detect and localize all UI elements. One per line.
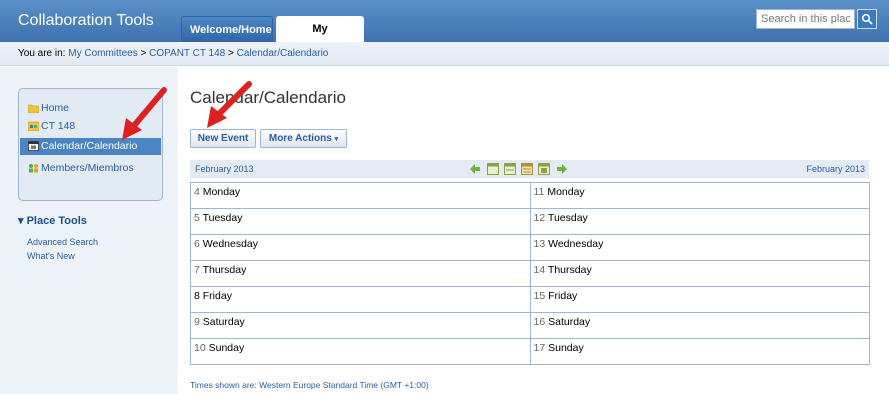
- day-name: Tuesday: [202, 212, 243, 224]
- whats-new-link[interactable]: What's New: [27, 251, 75, 261]
- breadcrumb-calendar[interactable]: Calendar/Calendario: [237, 48, 329, 59]
- day-name: Tuesday: [547, 212, 588, 224]
- day-name: Friday: [548, 290, 578, 302]
- new-event-button[interactable]: New Event: [190, 129, 256, 148]
- table-row: 5 Tuesday 12 Tuesday: [190, 208, 870, 235]
- two-week-view-icon[interactable]: [521, 163, 533, 175]
- calendar-icon: [28, 141, 39, 152]
- week-view-icon[interactable]: [504, 163, 516, 175]
- day-number: 5: [194, 212, 200, 224]
- members-icon: [29, 164, 38, 173]
- annotation-arrow-icon: [207, 81, 252, 128]
- day-number: 15: [533, 290, 546, 302]
- breadcrumb: You are in: My Committees > COPANT CT 14…: [0, 42, 889, 66]
- breadcrumb-my-committees[interactable]: My Committees: [68, 48, 137, 59]
- day-cell[interactable]: 13 Wednesday: [529, 234, 870, 261]
- breadcrumb-separator: >: [228, 48, 234, 59]
- day-view-icon[interactable]: [487, 163, 499, 175]
- day-name: Sunday: [208, 342, 245, 354]
- day-number: 11: [533, 186, 545, 198]
- day-cell[interactable]: 16 Saturday: [529, 312, 870, 339]
- day-cell[interactable]: 10 Sunday: [190, 338, 531, 365]
- breadcrumb-separator: >: [140, 48, 147, 59]
- day-name: Thursday: [547, 264, 592, 276]
- top-bar: Collaboration Tools Welcome/Home My Comm…: [0, 0, 889, 61]
- day-name: Monday: [202, 186, 241, 198]
- sidebar-item-label: Home: [41, 102, 70, 114]
- place-tools-header[interactable]: ▾ Place Tools: [18, 214, 87, 227]
- month-label-right: February 2013: [806, 164, 865, 174]
- month-label-left: February 2013: [195, 164, 254, 174]
- sidebar-item-home[interactable]: Home: [28, 100, 69, 116]
- day-number: 10: [194, 342, 206, 354]
- next-arrow-icon[interactable]: [556, 163, 568, 175]
- table-row: 6 Wednesday 13 Wednesday: [190, 234, 870, 261]
- day-cell[interactable]: 7 Thursday: [190, 260, 531, 287]
- day-cell[interactable]: 4 Monday: [190, 182, 531, 209]
- day-cell[interactable]: 14 Thursday: [529, 260, 870, 287]
- day-name: Saturday: [548, 316, 591, 328]
- more-actions-label: More Actions: [268, 133, 332, 144]
- annotation-arrow-icon: [122, 87, 167, 140]
- table-row: 10 Sunday 17 Sunday: [190, 338, 870, 365]
- day-cell[interactable]: 15 Friday: [529, 286, 870, 313]
- place-tools-title: Place Tools: [26, 215, 87, 227]
- sidebar-item-label: Members/Miembros: [41, 162, 134, 174]
- day-name: Wednesday: [202, 238, 259, 250]
- search-input[interactable]: [756, 9, 855, 29]
- day-cell[interactable]: 11 Monday: [529, 182, 870, 209]
- sidebar-item-ct148[interactable]: CT 148: [28, 118, 75, 134]
- breadcrumb-prefix: You are in:: [18, 48, 66, 59]
- advanced-search-link[interactable]: Advanced Search: [27, 237, 98, 247]
- table-row: 7 Thursday 14 Thursday: [190, 260, 870, 287]
- breadcrumb-copant[interactable]: COPANT CT 148: [149, 48, 225, 59]
- chevron-down-icon: ▾: [334, 136, 339, 143]
- day-cell[interactable]: 9 Saturday: [190, 312, 531, 339]
- calendar-grid: 4 Monday 11 Monday 5 Tuesday 12 Tuesday …: [190, 182, 870, 365]
- table-row: 9 Saturday 16 Saturday: [190, 312, 870, 339]
- folder-icon: [28, 104, 39, 114]
- tab-my-committees[interactable]: My Committees: [276, 16, 364, 61]
- day-cell[interactable]: 17 Sunday: [529, 338, 870, 365]
- day-cell[interactable]: 5 Tuesday: [190, 208, 531, 235]
- month-view-icon[interactable]: [538, 163, 550, 175]
- tab-welcome-home[interactable]: Welcome/Home: [181, 16, 273, 42]
- day-number: 14: [533, 264, 546, 276]
- day-name: Saturday: [202, 316, 245, 328]
- previous-arrow-icon[interactable]: [469, 163, 481, 175]
- day-number: 4: [194, 186, 200, 198]
- day-name: Thursday: [202, 264, 247, 276]
- committee-icon: [28, 121, 39, 132]
- day-number: 9: [194, 316, 200, 328]
- day-name: Friday: [202, 290, 232, 302]
- app-title: Collaboration Tools: [18, 12, 154, 29]
- day-name: Monday: [547, 186, 585, 198]
- sidebar-item-members[interactable]: Members/Miembros: [28, 160, 134, 176]
- calendar-toolbar: February 2013 February 2013: [190, 160, 869, 178]
- search-button[interactable]: [857, 9, 877, 29]
- day-cell[interactable]: 12 Tuesday: [529, 208, 870, 235]
- table-row: 8 Friday 15 Friday: [190, 286, 870, 313]
- day-number: 12: [533, 212, 546, 224]
- day-number: 8: [194, 290, 200, 302]
- timezone-note: Times shown are: Western Europe Standard…: [190, 380, 429, 390]
- day-cell[interactable]: 6 Wednesday: [190, 234, 531, 261]
- day-name: Wednesday: [548, 238, 604, 250]
- day-number: 7: [194, 264, 200, 276]
- table-row: 4 Monday 11 Monday: [190, 182, 870, 209]
- day-name: Sunday: [548, 342, 584, 354]
- day-number: 16: [533, 316, 546, 328]
- day-number: 13: [533, 238, 546, 250]
- more-actions-button[interactable]: More Actions ▾: [260, 129, 347, 148]
- day-cell-today[interactable]: 8 Friday: [190, 286, 531, 313]
- day-number: 6: [194, 238, 200, 250]
- sidebar-item-label: CT 148: [41, 120, 76, 132]
- day-number: 17: [533, 342, 546, 354]
- search-icon: [861, 13, 873, 25]
